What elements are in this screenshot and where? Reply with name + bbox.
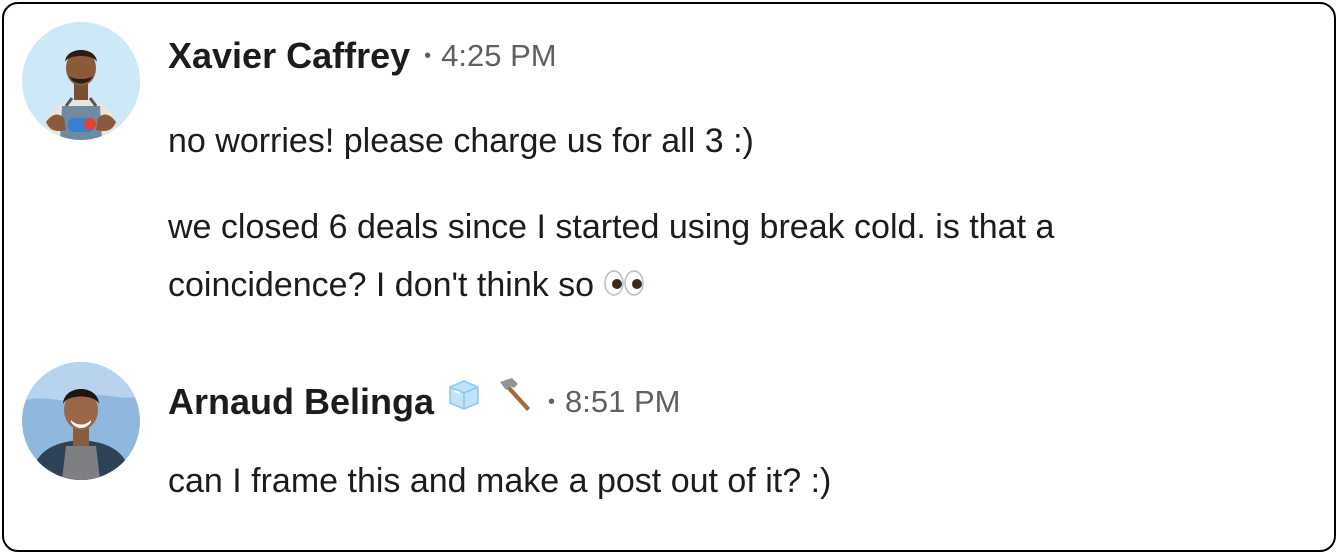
eyes-emoji-icon [602, 258, 646, 316]
message-text-line: we closed 6 deals since I started using … [168, 208, 1055, 246]
hammer-emoji-icon[interactable] [494, 376, 534, 428]
author-name[interactable]: Xavier Caffrey [168, 35, 410, 76]
message-text-line: no worries! please charge us for all 3 :… [168, 122, 754, 160]
message-header: Arnaud Belinga • 8:51 PM [168, 376, 681, 422]
author-avatar[interactable] [22, 22, 140, 140]
message-timestamp[interactable]: 8:51 PM [565, 384, 680, 419]
message-timestamp[interactable]: 4:25 PM [441, 38, 556, 73]
avatar-xavier-icon [22, 22, 140, 140]
author-name[interactable]: Arnaud Belinga [168, 381, 434, 422]
message-text-line: can I frame this and make a post out of … [168, 462, 832, 500]
message-text-line-with-emoji: coincidence? I don't think so [168, 256, 646, 316]
separator-dot: • [548, 391, 556, 413]
separator-dot: • [424, 45, 432, 67]
message-header: Xavier Caffrey • 4:25 PM [168, 36, 557, 76]
ice-cube-emoji-icon[interactable] [446, 377, 482, 427]
avatar-arnaud-icon [22, 362, 140, 480]
author-avatar[interactable] [22, 362, 140, 480]
message-text: coincidence? I don't think so [168, 266, 595, 304]
message-thread-card: Xavier Caffrey • 4:25 PM no worries! pleas… [2, 2, 1336, 552]
